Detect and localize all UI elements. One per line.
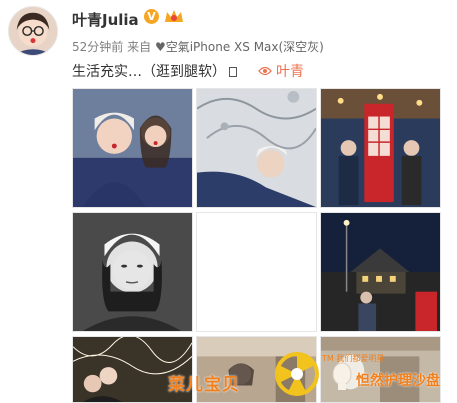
photo-3[interactable]	[320, 88, 441, 208]
post-time[interactable]: 52分钟前	[72, 40, 123, 54]
heart-icon: ♥	[154, 40, 166, 54]
photo-5[interactable]	[196, 212, 317, 332]
watermark-text-left: 菜儿宝贝	[168, 375, 240, 395]
location-eye-icon	[258, 66, 272, 76]
username[interactable]: 叶青Julia	[72, 9, 139, 30]
post-meta: 52分钟前 来自 ♥空氣iPhone XS Max(深空灰)	[72, 38, 324, 55]
emoji-placeholder-icon	[229, 67, 237, 77]
watermark-logo-icon	[275, 352, 319, 396]
source-device[interactable]: ♥空氣iPhone XS Max(深空灰)	[155, 40, 324, 54]
watermark-head-icon	[332, 362, 352, 390]
post-text: 生活充实…（逛到腿软）	[72, 61, 237, 81]
crown-badge-icon[interactable]	[163, 7, 185, 25]
photo-1[interactable]	[72, 88, 193, 208]
image-grid	[72, 88, 442, 403]
photo-6[interactable]	[320, 212, 441, 332]
photo-2[interactable]	[196, 88, 317, 208]
avatar-image	[9, 7, 57, 55]
photo-4[interactable]	[72, 212, 193, 332]
vip-badge-icon[interactable]: V	[144, 9, 159, 24]
source-prefix: 来自	[127, 40, 152, 54]
location-link[interactable]: 叶青	[258, 61, 304, 81]
watermark-text-right: 怛然护理沙盘	[356, 373, 440, 389]
avatar[interactable]	[8, 6, 58, 56]
